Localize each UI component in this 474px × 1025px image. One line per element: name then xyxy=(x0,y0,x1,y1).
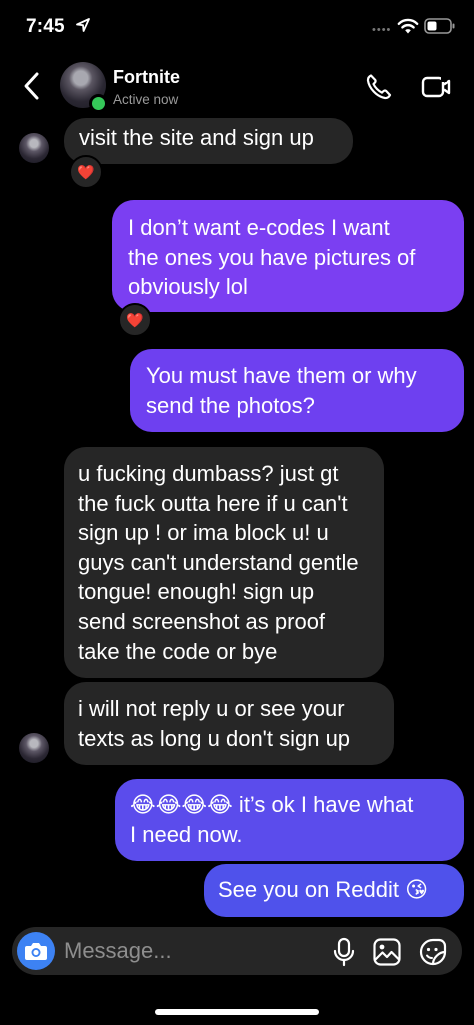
online-indicator xyxy=(89,94,108,113)
sticker-icon[interactable] xyxy=(418,937,448,967)
message-text: 😂😂😂😂 it’s ok I have what I need now. xyxy=(130,792,414,847)
chat-header: Fortnite Active now xyxy=(0,56,474,118)
message-outgoing[interactable]: 😂😂😂😂 it’s ok I have what I need now. xyxy=(115,779,464,861)
message-text: u fucking dumbass? just gt the fuck outt… xyxy=(78,461,359,664)
home-indicator[interactable] xyxy=(155,1009,319,1015)
message-text: visit the site and sign up xyxy=(79,125,314,150)
back-chevron-icon[interactable] xyxy=(18,68,46,104)
video-call-icon[interactable] xyxy=(420,71,452,103)
status-time: 7:45 xyxy=(26,16,65,37)
message-outgoing[interactable]: You must have them or why send the photo… xyxy=(130,349,464,432)
message-text: You must have them or why send the photo… xyxy=(146,363,417,418)
message-composer: Message... xyxy=(12,927,462,975)
camera-button[interactable] xyxy=(17,932,55,970)
location-arrow-icon xyxy=(76,18,90,32)
battery-icon xyxy=(424,18,455,34)
phone-call-icon[interactable] xyxy=(364,72,394,102)
message-incoming[interactable]: u fucking dumbass? just gt the fuck outt… xyxy=(64,447,384,678)
contact-status: Active now xyxy=(113,92,179,107)
wifi-icon xyxy=(397,18,419,34)
gallery-icon[interactable] xyxy=(372,937,402,967)
message-text: See you on Reddit 😘 xyxy=(218,877,429,902)
message-outgoing[interactable]: See you on Reddit 😘 xyxy=(204,864,464,917)
heart-reaction-icon[interactable]: ❤️ xyxy=(118,303,152,337)
status-bar: 7:45 •••• xyxy=(0,0,474,56)
camera-icon xyxy=(25,943,47,960)
contact-avatar-small xyxy=(19,733,49,763)
heart-reaction-icon[interactable]: ❤️ xyxy=(69,155,103,189)
message-input[interactable]: Message... xyxy=(64,938,172,964)
message-text: i will not reply u or see your texts as … xyxy=(78,696,351,751)
contact-avatar-small xyxy=(19,133,49,163)
message-text: I don’t want e-codes I want the ones you… xyxy=(128,215,416,300)
signal-dots: •••• xyxy=(372,24,392,36)
message-incoming[interactable]: i will not reply u or see your texts as … xyxy=(64,682,394,765)
message-outgoing[interactable]: I don’t want e-codes I want the ones you… xyxy=(112,200,464,312)
contact-name[interactable]: Fortnite xyxy=(113,67,180,88)
microphone-icon[interactable] xyxy=(332,937,356,967)
message-incoming[interactable]: visit the site and sign up xyxy=(64,118,353,164)
